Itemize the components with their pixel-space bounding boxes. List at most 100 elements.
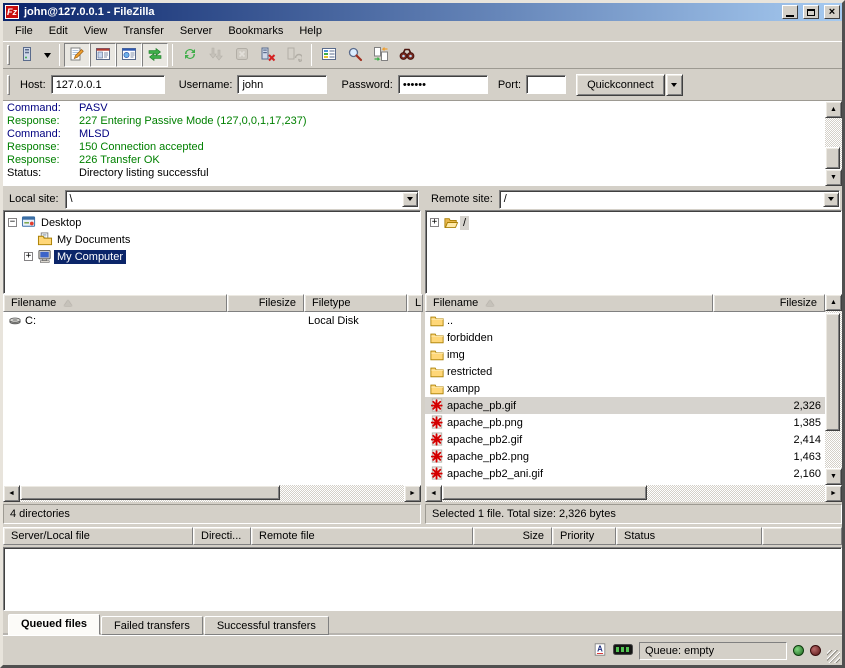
local-horizontal-scrollbar[interactable]: ◄ ► — [3, 485, 421, 502]
remote-horizontal-scrollbar[interactable]: ◄ ► — [425, 485, 842, 502]
remote-site-combo-arrow[interactable] — [823, 192, 839, 207]
quickconnect-button[interactable]: Quickconnect — [576, 74, 665, 96]
expand-icon[interactable]: + — [24, 252, 33, 261]
remote-site-combo[interactable]: / — [499, 190, 840, 209]
scroll-up-icon[interactable]: ▲ — [825, 101, 842, 118]
username-input[interactable] — [237, 75, 327, 94]
process-queue-button[interactable] — [203, 43, 229, 67]
title-bar[interactable]: Fz john@127.0.0.1 - FileZilla × — [3, 3, 842, 21]
remote-file-row[interactable]: .. — [425, 312, 842, 329]
tree-item[interactable]: +/ — [426, 214, 841, 231]
cell-text: apache_pb2.png — [447, 451, 529, 463]
site-manager-button[interactable] — [14, 43, 40, 67]
column-header-status[interactable]: Status — [616, 527, 762, 545]
cell: apache_pb2.png — [425, 448, 713, 465]
quickconnect-dropdown[interactable] — [666, 74, 683, 96]
column-header-server-local-file[interactable]: Server/Local file — [3, 527, 193, 545]
scroll-up-icon[interactable]: ▲ — [825, 294, 842, 311]
host-input[interactable] — [51, 75, 165, 94]
menu-item-transfer[interactable]: Transfer — [115, 22, 172, 40]
resize-grip[interactable] — [827, 650, 840, 663]
menu-item-help[interactable]: Help — [291, 22, 330, 40]
cell — [713, 329, 825, 346]
disconnect-button[interactable] — [255, 43, 281, 67]
site-manager-dropdown[interactable] — [40, 43, 55, 67]
remote-file-row[interactable]: restricted — [425, 363, 842, 380]
log-scroll-track[interactable] — [825, 118, 842, 169]
tab-failed-transfers[interactable]: Failed transfers — [101, 616, 203, 635]
remote-file-row[interactable]: img — [425, 346, 842, 363]
column-header-remote-file[interactable]: Remote file — [251, 527, 473, 545]
remote-file-row[interactable]: forbidden — [425, 329, 842, 346]
cell-text: 2,414 — [793, 434, 821, 446]
remote-hscroll-thumb[interactable] — [442, 485, 647, 500]
tree-item[interactable]: +My Computer — [4, 248, 420, 265]
column-header-filename[interactable]: Filename — [3, 294, 227, 312]
column-header-directi-[interactable]: Directi... — [193, 527, 251, 545]
remote-scrollbar[interactable]: ▲ ▼ — [825, 294, 842, 485]
collapse-icon[interactable]: − — [8, 218, 17, 227]
local-file-row[interactable]: C:Local Disk — [3, 312, 421, 329]
column-header-filesize[interactable]: Filesize — [227, 294, 304, 312]
column-header-blank[interactable] — [762, 527, 842, 545]
toggle-message-log-button[interactable] — [64, 43, 90, 67]
column-header-filename[interactable]: Filename — [425, 294, 713, 312]
remote-scroll-track[interactable] — [825, 311, 842, 468]
remote-file-row[interactable]: apache_pb.png1,385 — [425, 414, 842, 431]
local-site-combo-arrow[interactable] — [402, 192, 418, 207]
scroll-down-icon[interactable]: ▼ — [825, 468, 842, 485]
close-button[interactable]: × — [824, 5, 840, 19]
log-scrollbar[interactable]: ▲ ▼ — [825, 101, 842, 186]
scroll-right-icon[interactable]: ► — [825, 485, 842, 502]
remote-hscroll-track[interactable] — [442, 485, 825, 502]
tab-queued-files[interactable]: Queued files — [8, 614, 100, 635]
maximize-button[interactable] — [803, 5, 819, 19]
directory-comparison-button[interactable] — [368, 43, 394, 67]
directory-filters-button[interactable] — [316, 43, 342, 67]
log-scroll-thumb[interactable] — [825, 147, 840, 169]
scroll-left-icon[interactable]: ◄ — [425, 485, 442, 502]
scroll-down-icon[interactable]: ▼ — [825, 169, 842, 186]
toolbar-grip[interactable] — [7, 45, 10, 65]
remote-scroll-thumb[interactable] — [825, 313, 840, 431]
port-input[interactable] — [526, 75, 566, 94]
remote-file-row[interactable]: apache_pb2.gif2,414 — [425, 431, 842, 448]
scroll-right-icon[interactable]: ► — [404, 485, 421, 502]
remote-file-row[interactable]: apache_pb2.png1,463 — [425, 448, 842, 465]
remote-file-row[interactable]: apache_pb2_ani.gif2,160 — [425, 465, 842, 482]
tree-item[interactable]: −Desktop — [4, 214, 420, 231]
column-header-priority[interactable]: Priority — [552, 527, 616, 545]
synchronized-browsing-button[interactable] — [394, 43, 420, 67]
menu-item-file[interactable]: File — [7, 22, 41, 40]
menu-item-edit[interactable]: Edit — [41, 22, 76, 40]
binoculars-icon — [399, 46, 415, 65]
quickbar-grip[interactable] — [7, 75, 10, 95]
column-header-l[interactable]: L — [407, 294, 423, 312]
cancel-operation-button[interactable] — [229, 43, 255, 67]
menu-item-bookmarks[interactable]: Bookmarks — [220, 22, 291, 40]
menu-item-server[interactable]: Server — [172, 22, 220, 40]
queue-status-text: Queue: empty — [645, 645, 714, 657]
local-site-combo[interactable]: \ — [65, 190, 419, 209]
tree-item[interactable]: My Documents — [4, 231, 420, 248]
reconnect-button[interactable] — [281, 43, 307, 67]
column-header-size[interactable]: Size — [473, 527, 552, 545]
column-header-filetype[interactable]: Filetype — [304, 294, 407, 312]
status-bar: A Queue: empty — [3, 635, 842, 665]
tab-successful-transfers[interactable]: Successful transfers — [204, 616, 329, 635]
local-hscroll-thumb[interactable] — [20, 485, 280, 500]
password-input[interactable] — [398, 75, 488, 94]
minimize-button[interactable] — [782, 5, 798, 19]
column-header-filesize[interactable]: Filesize — [713, 294, 825, 312]
toggle-local-tree-button[interactable] — [90, 43, 116, 67]
refresh-button[interactable] — [177, 43, 203, 67]
expand-icon[interactable]: + — [430, 218, 439, 227]
scroll-left-icon[interactable]: ◄ — [3, 485, 20, 502]
toggle-remote-tree-button[interactable] — [116, 43, 142, 67]
local-hscroll-track[interactable] — [20, 485, 404, 502]
remote-file-row[interactable]: xampp — [425, 380, 842, 397]
toggle-transfer-queue-button[interactable] — [142, 43, 168, 67]
menu-item-view[interactable]: View — [76, 22, 116, 40]
file-search-button[interactable] — [342, 43, 368, 67]
remote-file-row[interactable]: apache_pb.gif2,326 — [425, 397, 842, 414]
